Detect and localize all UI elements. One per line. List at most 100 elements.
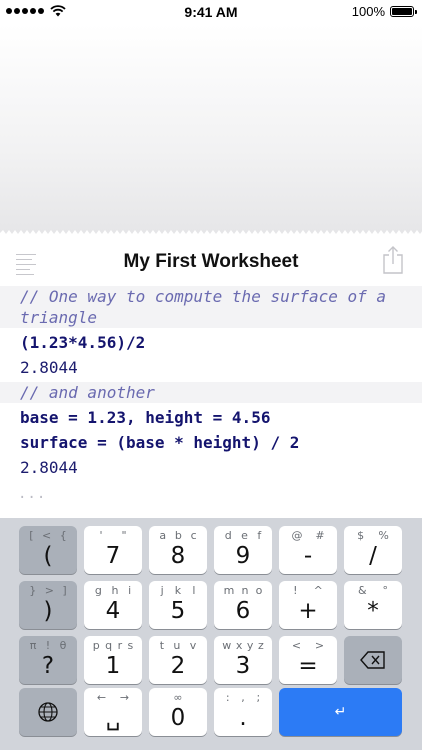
keypad-key[interactable]: @ # -: [279, 526, 337, 574]
continuation-marker[interactable]: ...: [0, 486, 422, 502]
keypad-key[interactable]: ∞ 0: [149, 688, 207, 736]
worksheet-line[interactable]: surface = (base * height) / 2: [0, 432, 422, 453]
battery-percentage: 100%: [351, 4, 385, 19]
key-alternates: def: [214, 529, 272, 542]
key-alternates: ∞: [149, 691, 207, 704]
backspace-key[interactable]: [344, 636, 402, 684]
key-label: 1: [105, 653, 121, 679]
keypad-key[interactable]: jkl5: [149, 581, 207, 629]
key-label: 5: [170, 598, 186, 624]
keypad-key[interactable]: wxyz3: [214, 636, 272, 684]
battery-icon: [390, 6, 417, 17]
worksheet-line[interactable]: // and another: [0, 382, 422, 403]
key-alternates: [< {: [19, 529, 77, 542]
key-alternate: #: [315, 529, 325, 542]
key-alternate: ': [99, 529, 103, 542]
key-alternate: x: [235, 639, 243, 652]
key-alternate: q: [105, 639, 113, 652]
key-alternate: ;: [256, 691, 261, 704]
key-label: *: [367, 598, 379, 624]
key-label: ): [43, 598, 53, 624]
key-alternates: } >]: [19, 584, 77, 597]
key-alternates: ghi: [84, 584, 142, 597]
keypad-key[interactable]: } >]): [19, 581, 77, 629]
keypad-key[interactable]: tuv2: [149, 636, 207, 684]
key-alternates: :,;: [214, 691, 272, 704]
key-alternate: f: [257, 529, 262, 542]
torn-edge: [0, 230, 422, 238]
key-label: ?: [41, 653, 55, 679]
keypad-key[interactable]: ! ^ +: [279, 581, 337, 629]
key-alternate: l: [192, 584, 196, 597]
key-alternate: v: [189, 639, 197, 652]
keypad-key[interactable]: mno6: [214, 581, 272, 629]
keypad-key[interactable]: :,;.: [214, 688, 272, 736]
key-alternate: d: [224, 529, 232, 542]
key-label: 0: [170, 705, 186, 731]
keypad-key[interactable]: ghi4: [84, 581, 142, 629]
worksheet-result: 2.8044: [20, 358, 78, 377]
key-alternate: n: [241, 584, 249, 597]
key-alternate: °: [382, 584, 389, 597]
key-alternates: @ #: [279, 529, 337, 542]
key-alternate: :: [225, 691, 230, 704]
keypad-key[interactable]: pqrs1: [84, 636, 142, 684]
key-label: 9: [235, 543, 251, 569]
key-alternate: u: [173, 639, 181, 652]
worksheet-result: 2.8044: [20, 458, 78, 477]
worksheet-list-area: [0, 24, 422, 234]
key-alternates: $%: [344, 529, 402, 542]
key-alternate: ,: [241, 691, 245, 704]
key-alternate: @: [291, 529, 303, 542]
key-alternate: a: [159, 529, 167, 542]
keypad-key[interactable]: ← → ␣: [84, 688, 142, 736]
key-alternate: [: [29, 529, 34, 542]
key-alternate: ←: [96, 691, 107, 704]
key-alternate: g: [94, 584, 102, 597]
key-label: =: [298, 653, 318, 679]
worksheet-line[interactable]: (1.23*4.56)/2: [0, 332, 422, 353]
key-alternate: w: [222, 639, 232, 652]
key-alternate: p: [92, 639, 100, 652]
key-label: 8: [170, 543, 186, 569]
key-alternate: z: [257, 639, 264, 652]
keypad-key[interactable]: < > =: [279, 636, 337, 684]
key-alternates: jkl: [149, 584, 207, 597]
key-alternate: ": [121, 529, 127, 542]
key-label: 3: [235, 653, 251, 679]
key-alternate: j: [160, 584, 164, 597]
keypad-key[interactable]: & ° *: [344, 581, 402, 629]
status-bar: 9:41 AM 100%: [0, 0, 422, 24]
key-label: ␣: [105, 705, 121, 731]
keypad-key[interactable]: [< {(: [19, 526, 77, 574]
keypad-key[interactable]: abc8: [149, 526, 207, 574]
keypad-key[interactable]: ' " 7: [84, 526, 142, 574]
keypad-key[interactable]: $% /: [344, 526, 402, 574]
key-alternate: y: [246, 639, 254, 652]
key-alternate: →: [119, 691, 130, 704]
key-alternate: }: [29, 584, 37, 597]
keypad-key[interactable]: def9: [214, 526, 272, 574]
key-alternates: pqrs: [84, 639, 142, 652]
key-alternate: >: [44, 584, 54, 597]
key-alternate: π: [29, 639, 37, 652]
key-alternates: wxyz: [214, 639, 272, 652]
key-alternates: abc: [149, 529, 207, 542]
backspace-icon: [344, 648, 402, 675]
return-key[interactable]: ↵: [279, 688, 402, 736]
globe-key[interactable]: [19, 688, 77, 736]
key-label: +: [298, 598, 318, 624]
key-alternate: r: [117, 639, 123, 652]
key-alternates: π! θ: [19, 639, 77, 652]
keypad-key[interactable]: π! θ?: [19, 636, 77, 684]
share-icon[interactable]: [382, 246, 404, 279]
key-label: 7: [105, 543, 121, 569]
key-label: (: [43, 543, 53, 569]
key-alternate: o: [255, 584, 263, 597]
key-label: 2: [170, 653, 186, 679]
key-alternate: t: [159, 639, 165, 652]
worksheet-line[interactable]: // One way to compute the surface of a t…: [0, 286, 422, 328]
worksheet-editor[interactable]: // One way to compute the surface of a t…: [0, 286, 422, 502]
worksheet-line[interactable]: base = 1.23, height = 4.56: [0, 407, 422, 428]
battery-status: 100%: [351, 4, 417, 19]
